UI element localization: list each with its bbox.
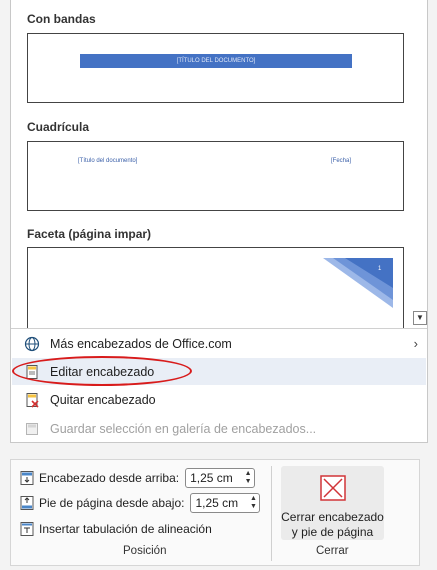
position-group-label: Posición [123,545,167,557]
thumb-faceta[interactable]: 1 [27,247,404,328]
thumb-cuadricula[interactable]: [Título del documento] [Fecha] [27,141,404,211]
alignment-tab-icon [19,521,35,537]
close-header-footer-button[interactable]: Cerrar encabezado y pie de página [281,466,384,540]
ribbon-header-footer-tools: Encabezado desde arriba: 1,25 cm ▲ ▼ Pie … [10,459,420,566]
header-dropdown-panel: Con bandas [TÍTULO DEL DOCUMENTO] Cuadrí… [10,0,428,443]
spinner-up-arrow-icon[interactable]: ▲ [247,495,259,503]
menu-item-edit-header[interactable]: Editar encabezado [12,358,426,385]
menu-item-remove-header[interactable]: Quitar encabezado [12,386,426,413]
footer-position-icon [19,495,35,511]
gallery-scroll-down-button[interactable]: ▼ [413,311,427,325]
spinner-down-arrow-icon[interactable]: ▼ [242,478,254,486]
close-button-line2: y pie de página [291,525,374,539]
section-title-con-bandas: Con bandas [27,12,96,26]
facet-graphic: 1 [323,258,393,308]
footer-from-bottom-row: Pie de página desde abajo: 1,25 cm ▲ ▼ [19,493,261,513]
menu-item-more-headers[interactable]: Más encabezados de Office.com › [12,330,426,357]
globe-icon [24,336,40,352]
menu-item-save-selection-label: Guardar selección en galería de encabeza… [50,421,317,436]
insert-alignment-tab-label: Insertar tabulación de alineación [39,522,212,536]
band-title-placeholder: [TÍTULO DEL DOCUMENTO] [80,54,352,68]
close-button-line1: Cerrar encabezado [281,510,384,524]
section-title-faceta: Faceta (página impar) [27,227,152,241]
header-from-top-value[interactable]: 1,25 cm [190,471,242,485]
grid-date-placeholder: [Fecha] [330,158,351,164]
thumb-con-bandas[interactable]: [TÍTULO DEL DOCUMENTO] [27,33,404,103]
spinner-up-arrow-icon[interactable]: ▲ [242,470,254,478]
close-group-label: Cerrar [316,545,349,557]
footer-from-bottom-value[interactable]: 1,25 cm [195,496,247,510]
group-separator [271,466,272,561]
close-header-footer-icon [320,475,346,501]
grid-title-placeholder: [Título del documento] [78,158,138,164]
header-position-icon [19,470,35,486]
menu-item-remove-header-label: Quitar encabezado [50,392,156,407]
insert-alignment-tab-button[interactable]: Insertar tabulación de alineación [19,521,212,537]
menu-item-save-selection[interactable]: Guardar selección en galería de encabeza… [12,415,426,442]
section-title-cuadricula: Cuadrícula [27,120,90,134]
remove-header-icon [24,392,40,408]
edit-header-icon [24,364,40,380]
header-from-top-label: Encabezado desde arriba: [39,471,180,485]
menu-item-edit-header-label: Editar encabezado [50,364,155,379]
header-from-top-spinner[interactable]: 1,25 cm ▲ ▼ [185,468,256,488]
spinner-down-arrow-icon[interactable]: ▼ [247,503,259,511]
save-selection-icon [24,421,40,437]
menu-item-more-headers-label: Más encabezados de Office.com [50,336,232,351]
menu-divider [11,328,427,329]
footer-from-bottom-spinner[interactable]: 1,25 cm ▲ ▼ [190,493,261,513]
chevron-right-icon: › [413,336,418,351]
header-from-top-row: Encabezado desde arriba: 1,25 cm ▲ ▼ [19,468,256,488]
footer-from-bottom-label: Pie de página desde abajo: [39,496,185,510]
header-gallery: Con bandas [TÍTULO DEL DOCUMENTO] Cuadrí… [11,0,417,328]
